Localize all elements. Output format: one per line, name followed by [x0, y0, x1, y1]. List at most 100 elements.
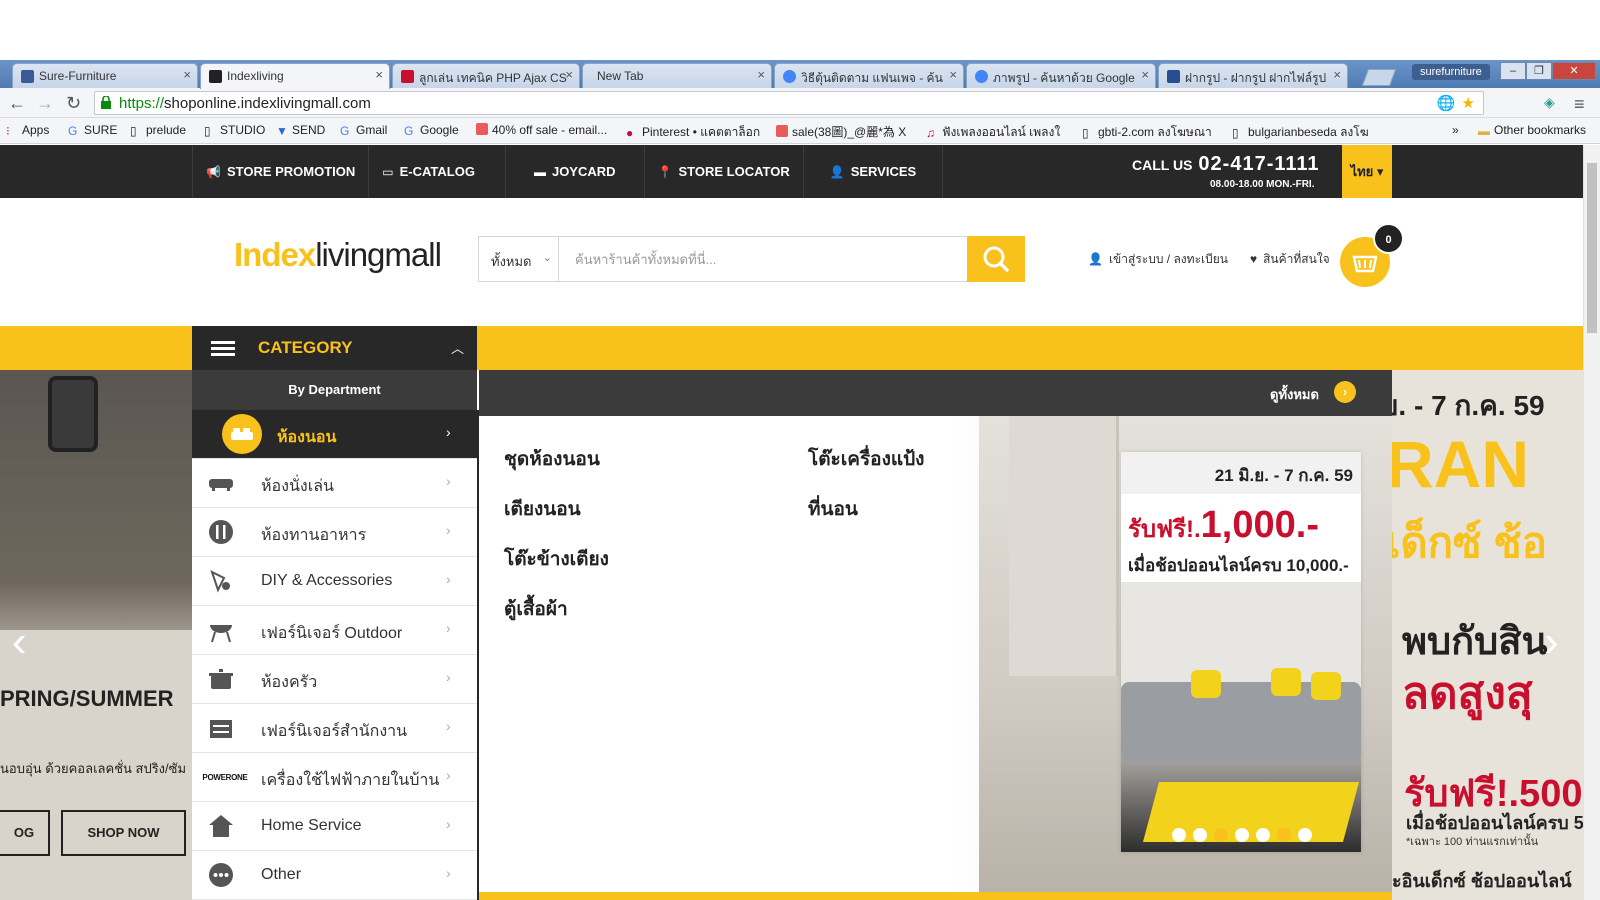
carousel-next-arrow[interactable]: ›	[1544, 620, 1559, 664]
tab-new-tab[interactable]: New Tab ×	[582, 63, 772, 88]
subcategory-link[interactable]: เตียงนอน	[504, 494, 609, 524]
subcategory-link[interactable]: โต๊ะเครื่องแป้ง	[808, 444, 924, 474]
subcategory-column-2: โต๊ะเครื่องแป้ง ที่นอน	[808, 444, 924, 544]
close-tab-icon[interactable]: ×	[1141, 67, 1149, 82]
new-tab-button[interactable]	[1361, 69, 1397, 86]
bookmark-bulgarian[interactable]: ▯ bulgarianbeseda ลงโฆ	[1232, 123, 1369, 142]
close-tab-icon[interactable]: ×	[949, 67, 957, 82]
category-item-dining[interactable]: ห้องทานอาหาร ›	[192, 508, 477, 557]
nav-store-promotion[interactable]: 📢 STORE PROMOTION	[192, 145, 368, 198]
category-item-other[interactable]: Other ›	[192, 851, 477, 900]
close-window-button[interactable]: ✕	[1552, 62, 1596, 80]
forward-arrow-icon[interactable]: →	[36, 93, 54, 114]
sofa-icon	[206, 469, 236, 497]
nav-store-locator[interactable]: 📍 STORE LOCATOR	[643, 145, 803, 198]
category-item-appliances[interactable]: POWERONE เครื่องใช้ไฟฟ้าภายในบ้าน ›	[192, 753, 477, 802]
shop-now-button[interactable]: SHOP NOW	[61, 810, 186, 856]
nav-joycard[interactable]: ▬ JOYCARD	[504, 145, 644, 198]
nav-services[interactable]: 👤 SERVICES	[802, 145, 944, 198]
megaphone-icon: 📢	[206, 164, 221, 179]
facebook-icon	[21, 70, 34, 83]
carousel-dot[interactable]	[1214, 828, 1228, 842]
carousel-dot[interactable]	[1277, 828, 1291, 842]
reload-icon[interactable]: ↻	[66, 93, 81, 114]
other-bookmarks[interactable]: ▬ Other bookmarks	[1478, 123, 1586, 138]
bookmark-send[interactable]: ▼ SEND	[276, 123, 325, 138]
language-switch[interactable]: ไทย ▾	[1342, 145, 1392, 198]
bookmark-apps[interactable]: ⁝ Apps	[6, 123, 49, 138]
category-header[interactable]: CATEGORY ︿	[192, 326, 477, 370]
bookmark-pinterest[interactable]: ● Pinterest • แคตตาล็อก	[626, 123, 760, 142]
carousel-dot[interactable]	[1256, 828, 1270, 842]
bookmark-gbti[interactable]: ▯ gbti-2.com ลงโฆษณา	[1082, 123, 1212, 142]
phone-number[interactable]: 02-417-1111	[1198, 153, 1319, 175]
category-item-home-service[interactable]: Home Service ›	[192, 802, 477, 851]
category-item-bedroom[interactable]: ห้องนอน ›	[192, 410, 477, 459]
close-tab-icon[interactable]: ×	[757, 67, 765, 82]
star-bookmark-icon[interactable]: ★	[1462, 94, 1475, 112]
promo-free-amount: รับฟรี!.1,000.-	[1128, 504, 1319, 546]
search-input[interactable]	[561, 237, 959, 281]
tab-google-fanpage[interactable]: วิธีตุ้นติดตาม แฟนเพจ - ค้น ×	[774, 63, 964, 88]
translate-icon[interactable]: 🌐	[1437, 94, 1456, 112]
login-link[interactable]: 👤 เข้าสู่ระบบ / ลงทะเบียน	[1088, 250, 1228, 269]
extension-icon[interactable]: ◈	[1544, 94, 1555, 111]
bookmarks-overflow-button[interactable]: »	[1452, 123, 1459, 137]
heart-icon: ♥	[1249, 252, 1258, 266]
apps-grid-icon: ⁝	[6, 124, 10, 138]
address-bar[interactable]: https://shoponline.indexlivingmall.com 🌐…	[94, 91, 1484, 115]
subcategory-link[interactable]: ตู้เสื้อผ้า	[504, 594, 609, 624]
hero-catalog-button[interactable]: OG	[0, 810, 50, 856]
promo-card[interactable]: 21 มิ.ย. - 7 ก.ค. 59 รับฟรี!.1,000.- เมื…	[1121, 452, 1361, 852]
promo-sofa-image	[1121, 582, 1361, 852]
carousel-dot[interactable]	[1298, 828, 1312, 842]
bookmark-prelude[interactable]: ▯ prelude	[130, 123, 186, 138]
bookmark-sale-email[interactable]: 40% off sale - email...	[476, 123, 607, 137]
tab-sure-furniture[interactable]: Sure-Furniture ×	[12, 63, 198, 88]
category-item-outdoor[interactable]: เฟอร์นิเจอร์ Outdoor ›	[192, 606, 477, 655]
bookmark-sale38[interactable]: sale(38圖)_@麗*為 X	[776, 123, 906, 140]
subcategory-link[interactable]: ชุดห้องนอน	[504, 444, 609, 474]
category-item-diy[interactable]: DIY & Accessories ›	[192, 557, 477, 606]
back-arrow-icon[interactable]: ←	[8, 93, 26, 114]
wishlist-link[interactable]: ♥ สินค้าที่สนใจ	[1250, 250, 1330, 269]
bookmark-sure[interactable]: G SURE	[68, 123, 117, 138]
minimize-button[interactable]: –	[1500, 62, 1526, 80]
subcategory-header: ดูทั้งหมด ›	[479, 370, 1392, 416]
page-icon: ▯	[1082, 126, 1089, 140]
carousel-dot[interactable]	[1193, 828, 1207, 842]
page-scrollbar[interactable]	[1583, 145, 1600, 900]
tab-google-images[interactable]: ภาพรูป - ค้นหาด้วย Google ×	[966, 63, 1156, 88]
close-tab-icon[interactable]: ×	[1333, 67, 1341, 82]
carousel-prev-arrow[interactable]: ‹	[12, 620, 27, 664]
view-all-link[interactable]: ดูทั้งหมด	[1270, 384, 1319, 405]
chevron-right-circle-icon[interactable]: ›	[1334, 381, 1356, 403]
tab-fakroop[interactable]: ฝากรูป - ฝากรูป ฝากไฟล์รูป ×	[1158, 63, 1348, 88]
bookmark-gmail[interactable]: G Gmail	[340, 123, 387, 138]
category-item-kitchen[interactable]: ห้องครัว ›	[192, 655, 477, 704]
scrollbar-thumb[interactable]	[1587, 163, 1597, 333]
close-tab-icon[interactable]: ×	[375, 67, 383, 82]
search-button[interactable]	[967, 236, 1025, 282]
promo-date: 21 มิ.ย. - 7 ก.ค. 59	[1121, 452, 1361, 494]
close-tab-icon[interactable]: ×	[565, 67, 573, 82]
nav-e-catalog[interactable]: ▭ E-CATALOG	[368, 145, 505, 198]
chrome-menu-icon[interactable]: ≡	[1574, 94, 1585, 115]
search-category-select[interactable]: ทั้งหมด ⌄	[479, 237, 559, 281]
bookmarks-bar: ⁝ Apps G SURE ▯ prelude ▯ STUDIO ▼ SEND G Gmai…	[0, 118, 1600, 144]
restore-button[interactable]: ❐	[1526, 62, 1552, 80]
bookmark-music[interactable]: ♫ ฟังเพลงออนไลน์ เพลงใ	[926, 123, 1060, 142]
profile-badge[interactable]: surefurniture	[1412, 64, 1490, 80]
carousel-dot[interactable]	[1172, 828, 1186, 842]
bookmark-studio[interactable]: ▯ STUDIO	[204, 123, 265, 138]
carousel-dot[interactable]	[1235, 828, 1249, 842]
category-item-living-room[interactable]: ห้องนั่งเล่น ›	[192, 459, 477, 508]
bookmark-google[interactable]: G Google	[404, 123, 459, 138]
close-tab-icon[interactable]: ×	[183, 67, 191, 82]
site-logo[interactable]: Indexlivingmall	[234, 236, 442, 274]
tab-indexliving[interactable]: Indexliving ×	[200, 63, 390, 89]
subcategory-link[interactable]: โต๊ะข้างเตียง	[504, 544, 609, 574]
subcategory-link[interactable]: ที่นอน	[808, 494, 924, 524]
category-item-office[interactable]: เฟอร์นิเจอร์สำนักงาน ›	[192, 704, 477, 753]
tab-php-ajax[interactable]: ลูกเล่น เทคนิค PHP Ajax CS ×	[392, 63, 580, 88]
